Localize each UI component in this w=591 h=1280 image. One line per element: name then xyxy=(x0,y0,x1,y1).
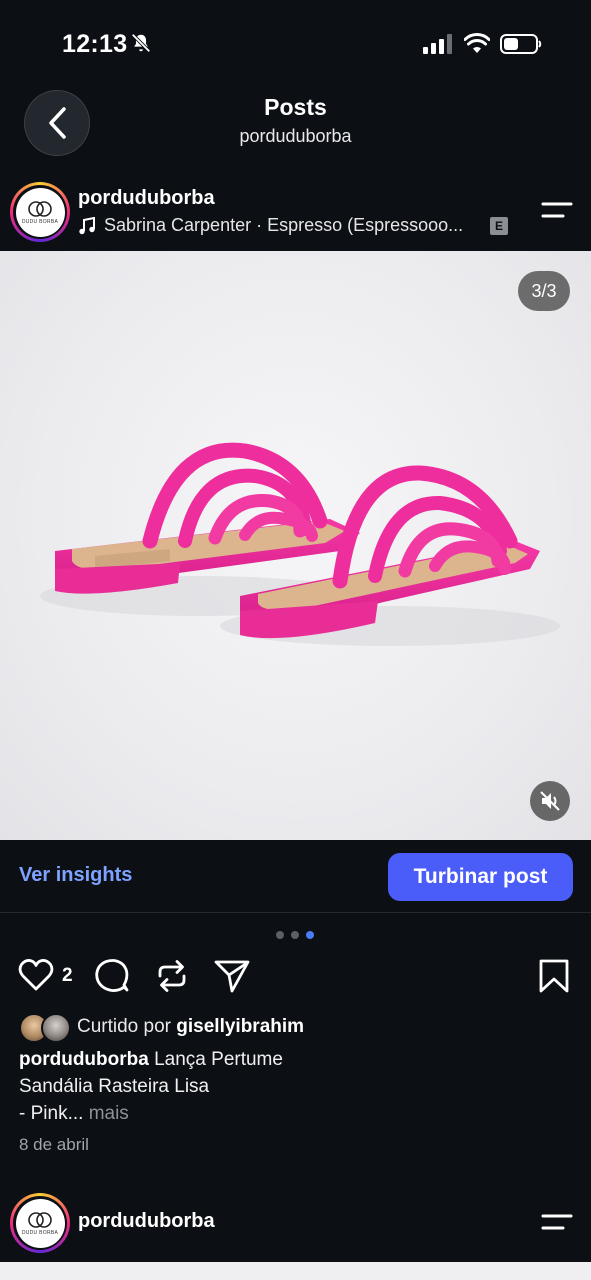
music-note-icon xyxy=(79,216,95,234)
brand-logo-icon xyxy=(28,1211,52,1228)
view-insights-link[interactable]: Ver insights xyxy=(19,864,132,887)
repost-icon[interactable] xyxy=(155,958,189,994)
mute-button[interactable] xyxy=(530,781,570,821)
brand-logo-icon xyxy=(28,200,52,217)
music-attribution[interactable]: Sabrina Carpenter · Espresso (Espressooo… xyxy=(78,215,463,236)
battery-icon xyxy=(500,34,542,54)
wifi-icon xyxy=(464,33,490,53)
bookmark-icon[interactable] xyxy=(538,958,570,994)
post-date: 8 de abril xyxy=(19,1135,89,1154)
avatar xyxy=(41,1013,71,1043)
avatar[interactable]: DUDU BORBA xyxy=(10,1193,70,1253)
next-post-media[interactable] xyxy=(0,1262,591,1280)
comment-icon[interactable] xyxy=(94,958,130,994)
caption-line: Lança Pertume xyxy=(154,1049,283,1070)
carousel-dots xyxy=(276,931,314,939)
carousel-dot xyxy=(291,931,299,939)
avatar[interactable]: DUDU BORBA xyxy=(10,182,70,242)
explicit-badge: E xyxy=(490,217,508,235)
caption-line: - Pink... xyxy=(19,1103,84,1124)
likes-summary[interactable]: Curtido por gisellyibrahim xyxy=(77,1016,304,1038)
caption-more-link[interactable]: mais xyxy=(89,1103,129,1124)
options-icon[interactable] xyxy=(541,200,573,220)
music-text: Sabrina Carpenter · Espresso (Espressooo… xyxy=(104,215,464,235)
options-icon[interactable] xyxy=(541,1212,573,1232)
status-bar: 12:13 xyxy=(0,0,591,90)
status-time: 12:13 xyxy=(62,30,128,58)
post-image-sandals xyxy=(40,442,560,646)
heart-icon[interactable] xyxy=(18,958,54,992)
boost-post-button[interactable]: Turbinar post xyxy=(388,853,573,901)
next-post-username[interactable]: porduduborba xyxy=(78,1210,215,1233)
likes-username[interactable]: gisellyibrahim xyxy=(176,1016,304,1037)
like-count[interactable]: 2 xyxy=(62,965,73,987)
speaker-muted-icon xyxy=(540,791,560,811)
page-title: Posts xyxy=(264,94,327,120)
avatar-brand-text: DUDU BORBA xyxy=(21,218,59,225)
liker-avatars[interactable] xyxy=(19,1013,73,1043)
bell-slash-icon xyxy=(131,33,151,53)
page-subtitle: porduduborba xyxy=(239,126,352,146)
cellular-signal-icon xyxy=(423,34,452,54)
caption: porduduborba Lança Pertume Sandália Rast… xyxy=(19,1046,519,1127)
avatar-brand-text: DUDU BORBA xyxy=(21,1229,59,1236)
likes-prefix: Curtido por xyxy=(77,1016,171,1037)
carousel-dot xyxy=(276,931,284,939)
caption-line: Sandália Rasteira Lisa xyxy=(19,1076,210,1097)
caption-username[interactable]: porduduborba xyxy=(19,1049,149,1070)
send-icon[interactable] xyxy=(214,958,250,994)
carousel-dot-active xyxy=(306,931,314,939)
post-media[interactable] xyxy=(0,251,591,840)
carousel-counter: 3/3 xyxy=(518,271,570,311)
post-username[interactable]: porduduborba xyxy=(78,187,215,210)
